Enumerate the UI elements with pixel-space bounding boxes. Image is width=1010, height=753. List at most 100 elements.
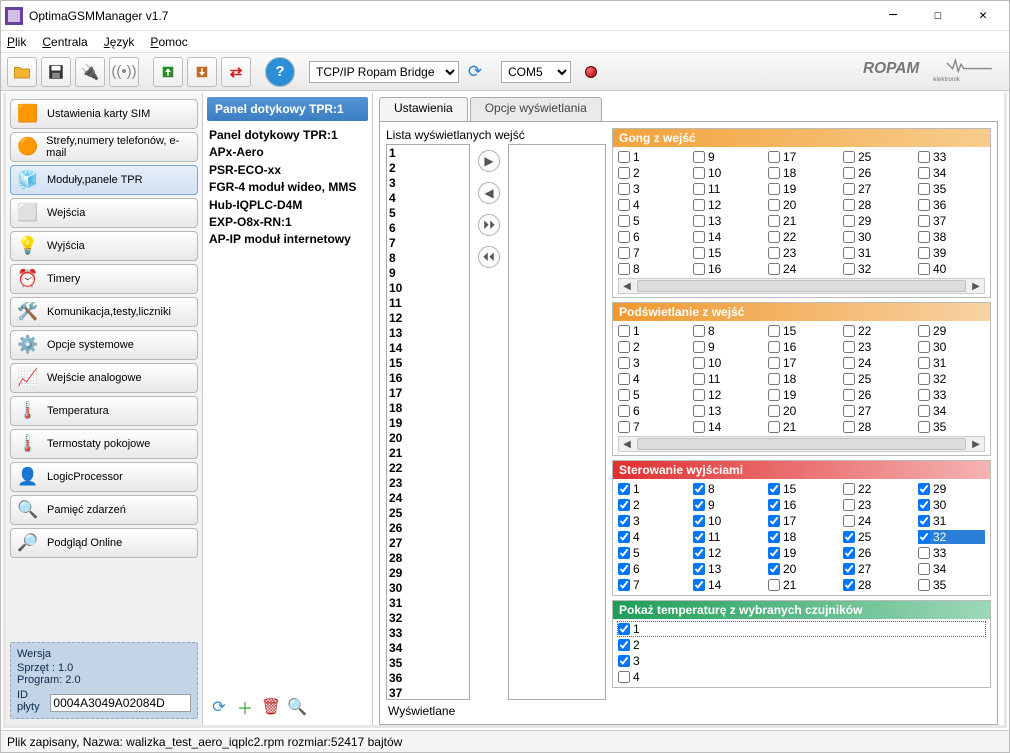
antenna-button[interactable]: ((•)) [109,57,139,87]
list-item[interactable]: 11 [389,296,467,311]
checkbox-27[interactable]: 27 [843,562,910,576]
list-item[interactable]: 12 [389,311,467,326]
checkbox-input[interactable] [768,373,780,385]
close-button[interactable]: ✕ [961,2,1005,30]
board-id-field[interactable] [50,694,191,712]
checkbox-4[interactable]: 4 [618,670,985,684]
checkbox-input[interactable] [843,247,855,259]
checkbox-input[interactable] [618,199,630,211]
checkbox-input[interactable] [768,247,780,259]
move-all-right-icon[interactable]: ⏵⏵ [478,214,500,236]
tree-item[interactable]: FGR-4 moduł wideo, MMS [209,179,366,196]
checkbox-input[interactable] [768,151,780,163]
checkbox-input[interactable] [843,515,855,527]
checkbox-input[interactable] [693,183,705,195]
checkbox-input[interactable] [918,325,930,337]
chip-up-button[interactable] [153,57,183,87]
checkbox-29[interactable]: 29 [918,324,985,338]
checkbox-input[interactable] [693,515,705,527]
checkbox-21[interactable]: 21 [768,420,835,434]
checkbox-input[interactable] [843,563,855,575]
help-button[interactable]: ? [265,57,295,87]
checkbox-input[interactable] [618,357,630,369]
checkbox-14[interactable]: 14 [693,420,760,434]
checkbox-32[interactable]: 32 [918,372,985,386]
list-item[interactable]: 7 [389,236,467,251]
checkbox-24[interactable]: 24 [843,514,910,528]
sidebar-item-0[interactable]: 🟧Ustawienia karty SIM [10,99,198,129]
checkbox-25[interactable]: 25 [843,372,910,386]
checkbox-input[interactable] [768,231,780,243]
checkbox-31[interactable]: 31 [918,514,985,528]
list-item[interactable]: 19 [389,416,467,431]
checkbox-2[interactable]: 2 [618,166,685,180]
checkbox-input[interactable] [918,263,930,275]
sidebar-item-11[interactable]: 👤LogicProcessor [10,462,198,492]
checkbox-15[interactable]: 15 [693,246,760,260]
list-item[interactable]: 13 [389,326,467,341]
checkbox-input[interactable] [918,247,930,259]
list-item[interactable]: 32 [389,611,467,626]
checkbox-35[interactable]: 35 [918,182,985,196]
checkbox-9[interactable]: 9 [693,150,760,164]
checkbox-input[interactable] [843,547,855,559]
checkbox-1[interactable]: 1 [618,150,685,164]
checkbox-input[interactable] [918,579,930,591]
checkbox-30[interactable]: 30 [918,498,985,512]
list-item[interactable]: 27 [389,536,467,551]
sidebar-item-1[interactable]: 🟠Strefy,numery telefonów, e-mail [10,132,198,162]
checkbox-4[interactable]: 4 [618,530,685,544]
checkbox-input[interactable] [843,499,855,511]
checkbox-input[interactable] [693,547,705,559]
disconnect-button[interactable]: 🔌 [75,57,105,87]
checkbox-input[interactable] [918,151,930,163]
checkbox-30[interactable]: 30 [843,230,910,244]
list-item[interactable]: 28 [389,551,467,566]
checkbox-input[interactable] [618,421,630,433]
checkbox-input[interactable] [843,341,855,353]
checkbox-28[interactable]: 28 [843,578,910,592]
checkbox-24[interactable]: 24 [843,356,910,370]
checkbox-26[interactable]: 26 [843,166,910,180]
refresh-icon[interactable]: ⟳ [463,60,487,84]
checkbox-21[interactable]: 21 [768,214,835,228]
list-item[interactable]: 24 [389,491,467,506]
checkbox-input[interactable] [918,215,930,227]
gong-hscroll[interactable]: ◀▶ [618,278,985,294]
checkbox-input[interactable] [618,671,630,683]
checkbox-1[interactable]: 1 [618,482,685,496]
checkbox-input[interactable] [918,341,930,353]
checkbox-3[interactable]: 3 [618,356,685,370]
checkbox-9[interactable]: 9 [693,340,760,354]
checkbox-8[interactable]: 8 [693,324,760,338]
tree-item[interactable]: EXP-O8x-RN:1 [209,214,366,231]
checkbox-input[interactable] [618,515,630,527]
menu-jezyk[interactable]: Język [104,35,135,49]
checkbox-1[interactable]: 1 [618,324,685,338]
checkbox-2[interactable]: 2 [618,638,985,652]
checkbox-input[interactable] [618,483,630,495]
checkbox-input[interactable] [618,231,630,243]
list-item[interactable]: 23 [389,476,467,491]
checkbox-3[interactable]: 3 [618,514,685,528]
tab-ustawienia[interactable]: Ustawienia [379,97,468,121]
delete-node-icon[interactable]: 🗑 [261,697,281,717]
checkbox-input[interactable] [768,389,780,401]
tree-item[interactable]: Panel dotykowy TPR:1 [209,127,366,144]
tree-item[interactable]: APx-Aero [209,144,366,161]
checkbox-38[interactable]: 38 [918,230,985,244]
checkbox-31[interactable]: 31 [843,246,910,260]
checkbox-25[interactable]: 25 [843,150,910,164]
list-item[interactable]: 8 [389,251,467,266]
add-node-icon[interactable]: ＋ [235,697,255,717]
checkbox-11[interactable]: 11 [693,182,760,196]
move-all-left-icon[interactable]: ⏴⏴ [478,246,500,268]
minimize-button[interactable]: ─ [871,2,915,30]
checkbox-23[interactable]: 23 [768,246,835,260]
checkbox-input[interactable] [693,325,705,337]
checkbox-input[interactable] [918,563,930,575]
checkbox-input[interactable] [843,151,855,163]
maximize-button[interactable]: ☐ [916,2,960,30]
checkbox-input[interactable] [918,167,930,179]
checkbox-22[interactable]: 22 [843,324,910,338]
